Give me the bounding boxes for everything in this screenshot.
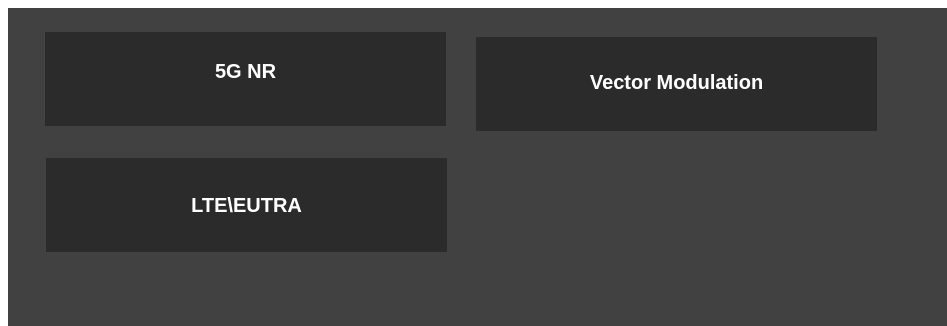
lte-eutra-button-label: LTE\EUTRA — [191, 194, 302, 217]
vector-modulation-button[interactable]: Vector Modulation — [476, 37, 877, 131]
lte-eutra-button[interactable]: LTE\EUTRA — [46, 158, 447, 252]
mode-selection-panel: 5G NR Vector Modulation LTE\EUTRA — [8, 8, 947, 326]
5g-nr-button-label: 5G NR — [214, 60, 277, 83]
vector-modulation-button-label: Vector Modulation — [589, 71, 764, 94]
5g-nr-button[interactable]: 5G NR — [45, 32, 446, 126]
